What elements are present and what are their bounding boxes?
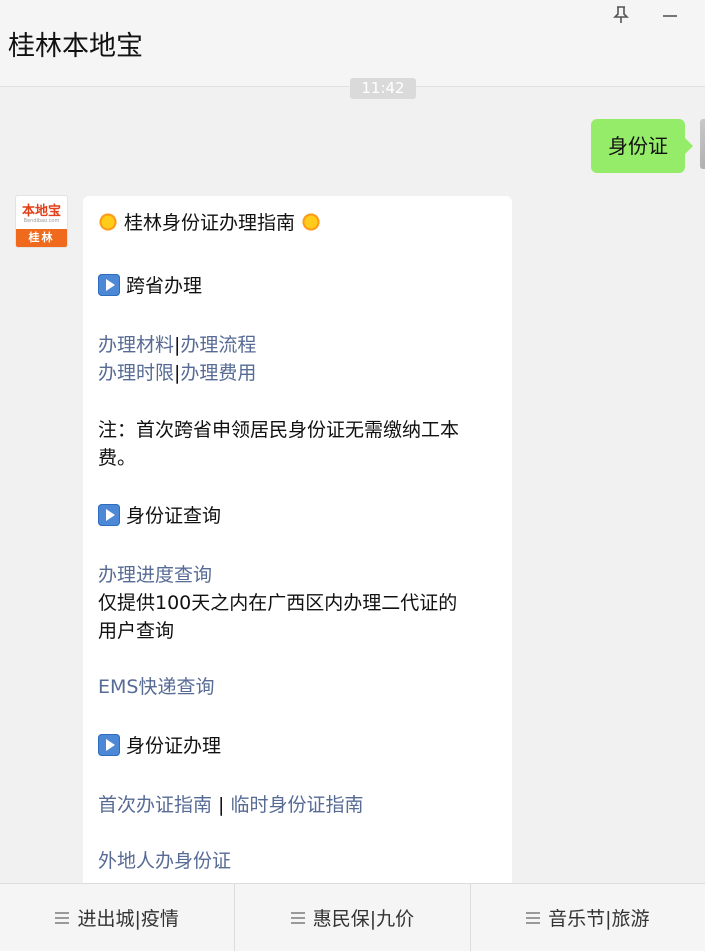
avatar-logo-text: 本地宝 [21,204,61,219]
bottom-menu-bar: 进出城|疫情 惠民保|九价 音乐节|旅游 [0,883,705,951]
link-ems-query[interactable]: EMS快递查询 [98,676,214,698]
menu-item-label: 音乐节|旅游 [548,908,650,930]
menu-item-music-tourism[interactable]: 音乐节|旅游 [471,884,705,951]
pin-button[interactable] [608,2,634,28]
progress-desc-line-1: 仅提供100天之内在广西区内办理二代证的 [98,592,458,614]
link-materials[interactable]: 办理材料 [98,334,174,356]
pin-icon [613,6,629,23]
link-time-limit[interactable]: 办理时限 [98,362,174,384]
link-separator: | [212,794,231,816]
guide-heading: 桂林身份证办理指南 [124,212,296,234]
menu-lines-icon [290,909,305,927]
link-fee[interactable]: 办理费用 [180,362,256,384]
user-avatar[interactable] [700,119,705,169]
note-line-1: 注：首次跨省申领居民身份证无需缴纳工本 [98,419,460,441]
section-title: 身份证查询 [126,505,222,527]
avatar-city-label: 桂林 [16,229,67,247]
play-button-icon [98,274,120,296]
section-title: 跨省办理 [126,275,203,297]
bot-message-bubble: 桂林身份证办理指南 跨省办理 办理材料|办理流程 办理时限|办理费用 注：首次跨… [83,196,512,883]
chat-area[interactable]: 身份证 本地宝 Bendibao.com 桂林 桂林身份证办理指南 跨省办理 办… [0,88,705,883]
menu-lines-icon [526,909,541,927]
link-row-3: 办理进度查询 [98,561,212,589]
avatar-logo-url: Bendibao.com [23,218,60,224]
minimize-button[interactable] [657,2,683,28]
user-message-bubble[interactable]: 身份证 [591,119,693,173]
sun-emoji-icon [98,212,118,232]
play-button-icon [98,504,120,526]
menu-item-travel-epidemic[interactable]: 进出城|疫情 [0,884,236,951]
section-heading-id-apply: 身份证办理 [98,732,221,760]
link-temp-id-guide[interactable]: 临时身份证指南 [231,794,364,816]
link-progress-query[interactable]: 办理进度查询 [98,564,212,586]
link-row-4: EMS快递查询 [98,673,214,701]
sun-emoji-icon [301,212,322,232]
guide-heading-line: 桂林身份证办理指南 [98,209,322,237]
play-button-icon [98,734,120,756]
note-line-2: 费。 [98,447,137,469]
title-bar: 桂林本地宝 [0,0,705,87]
link-row-2: 办理时限|办理费用 [98,359,256,387]
minimize-icon [663,15,677,17]
link-first-id-guide[interactable]: 首次办证指南 [98,794,212,816]
menu-item-insurance-vaccine[interactable]: 惠民保|九价 [235,884,471,951]
link-nonlocal-id[interactable]: 外地人办身份证 [98,850,231,872]
menu-item-label: 进出城|疫情 [77,908,179,930]
progress-desc-line-2: 用户查询 [98,620,175,642]
link-row-5: 首次办证指南 | 临时身份证指南 [98,791,364,819]
section-heading-id-query: 身份证查询 [98,502,221,530]
bot-avatar[interactable]: 本地宝 Bendibao.com 桂林 [16,196,67,247]
section-title: 身份证办理 [126,735,222,757]
link-process[interactable]: 办理流程 [180,334,256,356]
link-row-1: 办理材料|办理流程 [98,331,256,359]
window-title: 桂林本地宝 [8,31,143,62]
menu-lines-icon [55,909,70,927]
link-row-6: 外地人办身份证 [98,847,231,875]
section-heading-cross-province: 跨省办理 [98,272,202,300]
menu-item-label: 惠民保|九价 [312,908,415,930]
